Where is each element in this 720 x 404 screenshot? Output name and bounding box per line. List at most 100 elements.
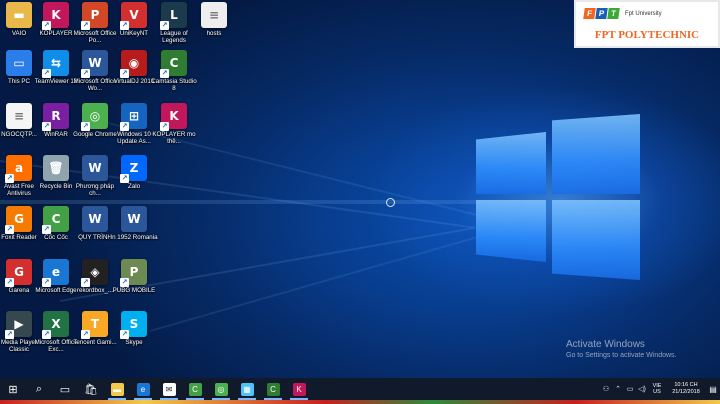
desktop-icon[interactable]: KKOPLAYER bbox=[36, 2, 76, 37]
clock-time: 10:16 CH bbox=[674, 382, 698, 388]
desktop-icon[interactable]: CCamtasia Studio 8 bbox=[151, 50, 197, 93]
desktop-icon[interactable]: WMicrosoft Office Wo... bbox=[74, 50, 116, 93]
taskbar-button-mail[interactable]: ✉ bbox=[156, 378, 182, 400]
camtasia-icon: C bbox=[160, 50, 187, 78]
taskbar-button-coccoc[interactable]: C bbox=[182, 378, 208, 400]
chrome-icon: ◎ bbox=[214, 382, 228, 396]
coccoc-icon: C bbox=[188, 382, 202, 396]
koplayer-icon: K bbox=[292, 382, 306, 396]
unikey-icon: V bbox=[120, 2, 147, 30]
desktop-icon[interactable]: ZZalo bbox=[114, 155, 154, 190]
taskbar-button-file-explorer[interactable]: ▬ bbox=[104, 378, 130, 400]
region-code: US bbox=[653, 389, 661, 395]
desktop-icon-label: Zalo bbox=[127, 183, 141, 190]
desktop-icon[interactable]: VUniKeyNT bbox=[114, 2, 154, 37]
desktop-icon[interactable]: SSkype bbox=[114, 311, 154, 346]
winrar-icon: R bbox=[42, 103, 69, 131]
desktop[interactable]: ▬VAIOKKOPLAYERPMicrosoft Office Po...VUn… bbox=[0, 0, 720, 378]
task-view-icon: ▭ bbox=[59, 383, 71, 396]
input-language-indicator[interactable]: VIE US bbox=[648, 383, 666, 396]
file-icon: ≡ bbox=[201, 2, 227, 28]
desktop-icon[interactable]: XMicrosoft Office Exc... bbox=[35, 311, 77, 354]
camtasia-icon: C bbox=[266, 382, 280, 396]
excel-icon: X bbox=[42, 311, 69, 339]
desktop-icon[interactable]: ⊞Windows 10 Update As... bbox=[114, 103, 154, 146]
koplayer-icon: K bbox=[160, 103, 187, 131]
desktop-icon[interactable]: W QUY TRÌNH bbox=[75, 206, 115, 241]
video-overlay-strip bbox=[0, 400, 720, 404]
action-center-icon[interactable]: ▤ bbox=[706, 385, 720, 394]
recycle-bin-icon: 🗑 bbox=[43, 155, 69, 181]
virtualdj-icon: ◉ bbox=[120, 50, 147, 78]
desktop-icon[interactable]: eMicrosoft Edge bbox=[35, 259, 77, 294]
wallpaper-beam bbox=[149, 225, 516, 332]
garena-icon: G bbox=[5, 259, 32, 287]
store-icon: 🛍 bbox=[84, 383, 98, 396]
zalo-icon: Z bbox=[120, 155, 147, 183]
fpt-university-label: Fpt University bbox=[625, 10, 662, 17]
desktop-icon[interactable]: 🗑 Recycle Bin bbox=[36, 155, 76, 190]
windows-update-icon: ⊞ bbox=[120, 103, 147, 131]
koplayer-icon: K bbox=[42, 2, 69, 30]
fpt-polytechnic-badge: F P T Fpt University FPT POLYTECHNIC bbox=[574, 0, 720, 48]
desktop-icon[interactable]: W In 1952 Romania bbox=[110, 206, 158, 241]
skype-icon: S bbox=[120, 311, 147, 339]
desktop-icon[interactable]: PPUBG MOBILE bbox=[113, 259, 155, 294]
desktop-icon-label: Skype bbox=[125, 339, 143, 346]
word-doc-icon: W bbox=[121, 206, 147, 232]
foxit-icon: G bbox=[5, 206, 32, 234]
desktop-icon[interactable]: ≡ hosts bbox=[194, 2, 234, 37]
tencent-icon: T bbox=[81, 311, 108, 339]
network-icon[interactable]: ▭ bbox=[624, 378, 636, 400]
edge-icon: e bbox=[42, 259, 69, 287]
chrome-icon: ◎ bbox=[81, 103, 108, 131]
desktop-icon[interactable]: ◎Google Chrome bbox=[73, 103, 117, 138]
fpt-polytechnic-title: FPT POLYTECHNIC bbox=[594, 29, 700, 41]
loading-cursor-icon bbox=[386, 198, 395, 207]
desktop-icon[interactable]: LLeague of Legends bbox=[154, 2, 194, 45]
desktop-icon[interactable]: TTencent Gami... bbox=[73, 311, 117, 346]
windows-logo-pane-bottom-left bbox=[476, 200, 546, 262]
wallpaper-beam bbox=[0, 200, 480, 204]
desktop-icon[interactable]: ⇆TeamViewer 13 bbox=[35, 50, 77, 85]
desktop-icon[interactable]: ◈rekordbox_... bbox=[75, 259, 115, 294]
desktop-icon[interactable]: W Phương pháp ch... bbox=[75, 155, 115, 198]
folder-icon: ▬ bbox=[110, 382, 124, 396]
fpt-logo-letter-p: P bbox=[595, 8, 608, 19]
fpt-logo: F P T Fpt University bbox=[583, 8, 662, 19]
desktop-icon-label: hosts bbox=[206, 30, 222, 37]
taskbar-button-koplayer[interactable]: K bbox=[286, 378, 312, 400]
desktop-icon-label: In 1952 Romania bbox=[110, 234, 158, 241]
taskbar-button-chrome[interactable]: ◎ bbox=[208, 378, 234, 400]
activate-windows-title: Activate Windows bbox=[566, 339, 645, 350]
desktop-icon[interactable]: CCốc Cốc bbox=[36, 206, 76, 241]
taskbar: ⊞ ⌕ ▭ 🛍 ▬ e ✉ C ◎ ▦ C K ⚇ ⌃ ▭ ◁) VIE US 10:16 CH 21… bbox=[0, 378, 720, 400]
windows-logo-pane-bottom-right bbox=[552, 200, 640, 280]
system-tray: ⚇ ⌃ ▭ ◁) VIE US 10:16 CH 21/12/2018 ▤ bbox=[600, 378, 720, 400]
desktop-icon-label: PUBG MOBILE bbox=[112, 287, 156, 294]
taskbar-button-edge[interactable]: e bbox=[130, 378, 156, 400]
fpt-logo-letter-f: F bbox=[583, 8, 596, 19]
coccoc-icon: C bbox=[42, 206, 69, 234]
taskbar-apps: ⊞ ⌕ ▭ 🛍 ▬ e ✉ C ◎ ▦ C K bbox=[0, 378, 312, 400]
taskbar-button-task-view[interactable]: ▭ bbox=[52, 378, 78, 400]
desktop-icon[interactable]: aAvast Free Antivirus bbox=[0, 155, 39, 198]
people-icon[interactable]: ⚇ bbox=[600, 378, 612, 400]
desktop-icon[interactable]: RWinRAR bbox=[36, 103, 76, 138]
word-icon: W bbox=[81, 50, 108, 78]
clock[interactable]: 10:16 CH 21/12/2018 bbox=[666, 382, 706, 396]
taskbar-button-camtasia[interactable]: C bbox=[260, 378, 286, 400]
windows-logo-pane-top-left bbox=[476, 132, 546, 194]
powerpoint-icon: P bbox=[81, 2, 108, 30]
taskbar-button-search[interactable]: ⌕ bbox=[26, 378, 52, 400]
desktop-icon[interactable]: ◉VirtualDJ 2018 bbox=[114, 50, 154, 85]
volume-icon[interactable]: ◁) bbox=[636, 378, 648, 400]
league-icon: L bbox=[160, 2, 187, 30]
desktop-icon[interactable]: PMicrosoft Office Po... bbox=[74, 2, 116, 45]
taskbar-button-photos[interactable]: ▦ bbox=[234, 378, 260, 400]
taskbar-button-store[interactable]: 🛍 bbox=[78, 378, 104, 400]
desktop-icon[interactable]: KKOPLAYER mo thê... bbox=[152, 103, 196, 146]
taskbar-button-start[interactable]: ⊞ bbox=[0, 378, 26, 400]
chevron-up-icon[interactable]: ⌃ bbox=[612, 378, 624, 400]
photos-icon: ▦ bbox=[240, 382, 254, 396]
